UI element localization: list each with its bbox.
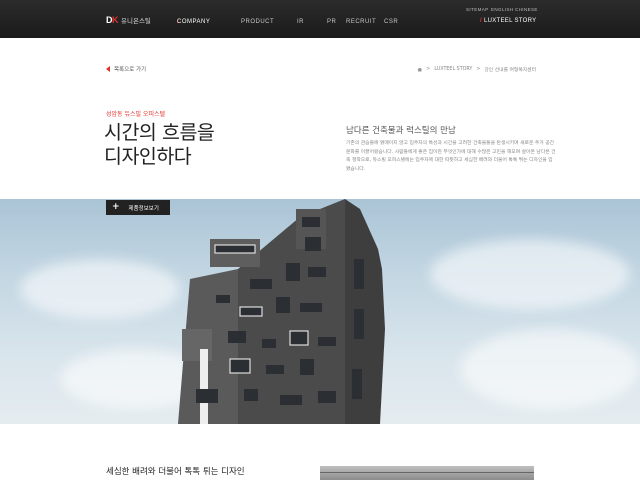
back-label: 목록으로 가기 xyxy=(114,67,147,73)
building-photo xyxy=(0,199,640,424)
nav-item-pr[interactable]: PR xyxy=(327,19,336,25)
nav-item-csr[interactable]: CSR xyxy=(384,19,398,25)
breadcrumb-current: 강인 선내를 여형복지센터 xyxy=(484,68,536,73)
nav-item-recruit[interactable]: RECRUIT xyxy=(346,19,376,25)
section-image xyxy=(320,466,534,480)
building-illustration xyxy=(178,199,385,424)
logo-mark: DK xyxy=(106,15,119,25)
nav-item-product[interactable]: PRODUCT xyxy=(241,19,274,25)
page-title: 시간의 흐름을 디자인하다 xyxy=(104,121,215,168)
hero-subtitle: 남다른 건축물과 럭스틸의 만남 xyxy=(346,126,456,136)
product-info-button[interactable]: + 제품정보보기 xyxy=(106,200,170,215)
product-info-label: 제품정보보기 xyxy=(128,205,159,212)
chinese-link[interactable]: CHINESE xyxy=(515,7,538,12)
top-header: DK 유니온스틸 / COMPANY PRODUCT IR PR RECRUIT… xyxy=(0,0,640,38)
chevron-left-icon xyxy=(106,66,110,72)
nav-item-ir[interactable]: IR xyxy=(297,19,304,25)
home-icon[interactable] xyxy=(417,67,423,72)
brand-name: 유니온스틸 xyxy=(121,17,151,25)
english-link[interactable]: ENGLISH xyxy=(491,7,514,12)
breadcrumb: > LUXTEEL STORY > 강인 선내를 여형복지센터 xyxy=(417,66,536,73)
hero-kicker: 성암동 듀스빌 오피스텔 xyxy=(106,111,166,118)
luxteel-story-link[interactable]: / LUXTEEL STORY xyxy=(480,18,536,24)
plus-icon: + xyxy=(112,202,120,212)
sitemap-link[interactable]: SITEMAP xyxy=(466,7,489,12)
hero-description: 기존의 관습들에 얽매이지 않고 입주자의 특성과 시간을 고려한 건축물들을 … xyxy=(346,141,556,172)
section-title: 세심한 배려와 더불어 톡톡 튀는 디자인 xyxy=(106,467,245,477)
breadcrumb-item[interactable]: LUXTEEL STORY xyxy=(434,67,472,72)
brand-logo[interactable]: DK 유니온스틸 xyxy=(106,15,151,25)
back-to-list-button[interactable]: 목록으로 가기 xyxy=(106,65,146,73)
